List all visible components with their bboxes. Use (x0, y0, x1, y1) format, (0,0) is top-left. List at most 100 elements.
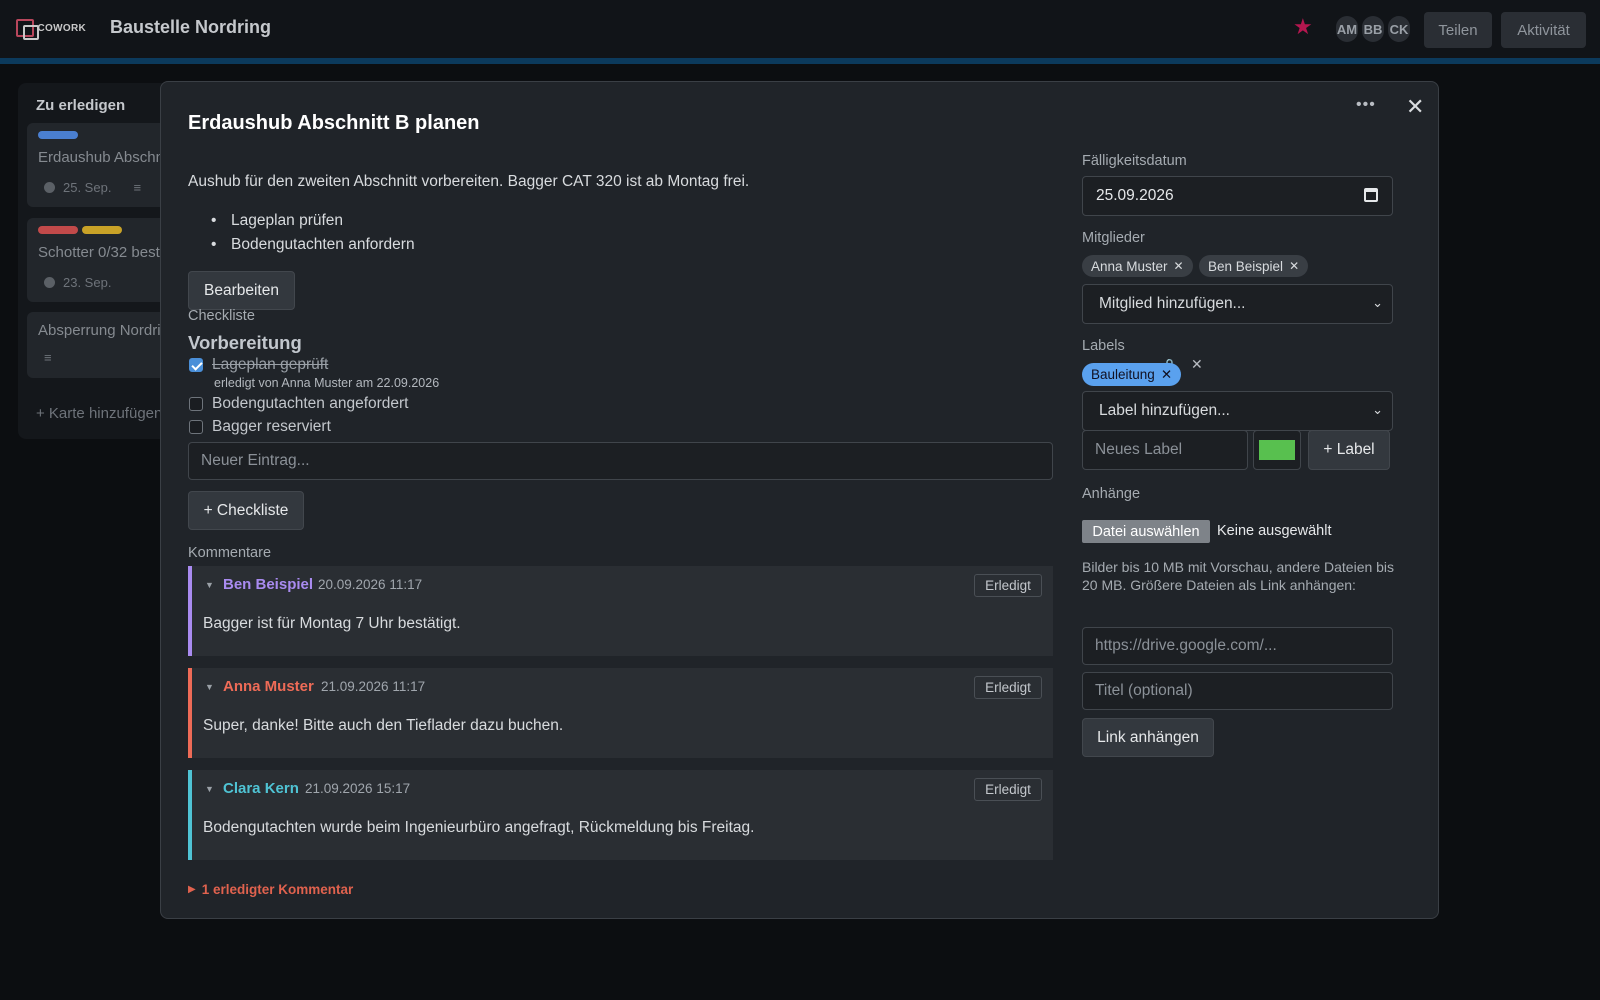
checklist-checkbox[interactable] (189, 420, 203, 434)
activity-button[interactable]: Aktivität (1501, 12, 1586, 48)
checklist-item-text[interactable]: Bodengutachten angefordert (212, 395, 409, 413)
member-avatars: AM BB CK (1336, 16, 1410, 42)
member-chip: Ben Beispiel ✕ (1199, 255, 1309, 277)
resolve-comment-button[interactable]: Erledigt (974, 676, 1042, 699)
member-chip: Anna Muster ✕ (1082, 255, 1193, 277)
resolved-comments-toggle[interactable]: ▶ 1 erledigter Kommentar (188, 882, 353, 897)
board-card[interactable]: Absperrung Nordring ≡ (27, 312, 177, 378)
attach-link-button[interactable]: Link anhängen (1082, 718, 1214, 757)
comment-author: Clara Kern (223, 780, 299, 797)
comment-text: Super, danke! Bitte auch den Tieflader d… (203, 717, 564, 734)
file-status-text: Keine ausgewählt (1217, 523, 1332, 539)
checklist-section-label: Checkliste (188, 308, 255, 324)
resolve-comment-button[interactable]: Erledigt (974, 574, 1042, 597)
checklist-checkbox[interactable] (189, 397, 203, 411)
comments-section-label: Kommentare (188, 545, 272, 561)
due-date-value: 25.09.2026 (1096, 187, 1174, 204)
card-title: Erdaushub Abschnitt B planen (38, 149, 177, 166)
new-label-input[interactable]: Neues Label (1082, 430, 1248, 470)
chevron-down-icon: ⌄ (1372, 402, 1383, 418)
checklist-item: Lageplan geprüft (188, 354, 1043, 376)
avatar[interactable]: CK (1388, 16, 1410, 42)
description-icon: ≡ (133, 180, 142, 195)
description-list: Lageplan prüfen Bodengutachten anfordern (205, 212, 415, 260)
list-item: Lageplan prüfen (205, 212, 415, 236)
top-bar-accent (0, 58, 1600, 64)
chevron-down-icon: ⌄ (1372, 295, 1383, 311)
avatar[interactable]: BB (1362, 16, 1384, 42)
expand-icon: ▶ (188, 884, 196, 895)
checklist-item-text[interactable]: Bagger reserviert (212, 418, 331, 436)
resolved-comments-label: 1 erledigter Kommentar (201, 882, 354, 897)
add-checklist-button[interactable]: + Checkliste (188, 491, 304, 530)
comment-author: Anna Muster (223, 678, 314, 695)
comment: ▼ Clara Kern 21.09.2026 15:17 Erledigt B… (188, 770, 1053, 860)
label-name: Bauleitung (1091, 367, 1155, 382)
attachment-title-input[interactable]: Titel (optional) (1082, 672, 1393, 710)
add-label-button[interactable]: + Label (1308, 430, 1390, 470)
checklist-checkbox[interactable] (189, 358, 203, 372)
collapse-comment-icon[interactable]: ▼ (205, 580, 214, 590)
add-member-select-value: Mitglied hinzufügen... (1099, 295, 1246, 312)
edit-description-button[interactable]: Bearbeiten (188, 271, 295, 310)
column-title: Zu erledigen (36, 97, 126, 114)
logo-text: COWORK (37, 22, 86, 34)
comment: ▼ Ben Beispiel 20.09.2026 11:17 Erledigt… (188, 566, 1053, 656)
board-card[interactable]: Schotter 0/32 bestellen 23. Sep. (27, 218, 177, 302)
card-detail-modal: Erdaushub Abschnitt B planen ••• ✕ Aushu… (160, 81, 1439, 919)
checklist-item: Bodengutachten angefordert (188, 393, 1043, 415)
label-color-picker[interactable] (1253, 430, 1301, 470)
card-due-date: 23. Sep. (63, 275, 112, 290)
top-bar: COWORK Baustelle Nordring ★ AM BB CK Tei… (0, 0, 1600, 58)
members-label: Mitglieder (1082, 230, 1145, 246)
remove-label-icon[interactable]: ✕ (1161, 367, 1172, 383)
comment-text: Bagger ist für Montag 7 Uhr bestätigt. (203, 615, 461, 632)
label-chip: Bauleitung ✕ (1082, 363, 1182, 386)
label-color-fill (1259, 440, 1295, 460)
resolve-comment-button[interactable]: Erledigt (974, 778, 1042, 801)
comment-color-bar (188, 566, 192, 656)
due-date-input[interactable]: 25.09.2026 (1082, 176, 1393, 216)
board-column: Zu erledigen Erdaushub Abschnitt B plane… (18, 83, 178, 439)
card-title: Absperrung Nordring (38, 322, 177, 339)
collapse-comment-icon[interactable]: ▼ (205, 682, 214, 692)
share-button[interactable]: Teilen (1424, 12, 1492, 48)
card-title[interactable]: Erdaushub Abschnitt B planen (188, 112, 480, 135)
star-icon[interactable]: ★ (1293, 16, 1313, 38)
close-icon[interactable]: ✕ (1406, 96, 1424, 118)
checklist-title[interactable]: Vorbereitung (188, 332, 302, 354)
avatar[interactable]: AM (1336, 16, 1358, 42)
remove-member-icon[interactable]: ✕ (1174, 259, 1184, 273)
comment-timestamp: 21.09.2026 15:17 (305, 781, 411, 796)
card-label-chip (38, 131, 78, 139)
comment-color-bar (188, 770, 192, 860)
remove-member-icon[interactable]: ✕ (1289, 259, 1299, 273)
clock-icon (44, 182, 55, 193)
card-description: Aushub für den zweiten Abschnitt vorbere… (188, 173, 750, 190)
choose-file-button[interactable]: Datei auswählen (1082, 520, 1210, 543)
card-label-chip (82, 226, 122, 234)
add-card-button[interactable]: + Karte hinzufügen (36, 405, 162, 422)
comment-author: Ben Beispiel (223, 576, 314, 593)
more-options-icon[interactable]: ••• (1356, 96, 1376, 114)
add-member-select[interactable]: Mitglied hinzufügen... ⌄ (1082, 284, 1393, 324)
comment-color-bar (188, 668, 192, 758)
comment-timestamp: 21.09.2026 11:17 (321, 679, 426, 694)
comment-text: Bodengutachten wurde beim Ingenieurbüro … (203, 819, 755, 836)
attachments-label: Anhänge (1082, 486, 1141, 502)
new-checklist-entry-input[interactable]: Neuer Eintrag... (188, 442, 1053, 480)
collapse-comment-icon[interactable]: ▼ (205, 784, 214, 794)
card-label-chip (38, 226, 78, 234)
app-logo[interactable]: COWORK (16, 16, 86, 40)
board-title: Baustelle Nordring (110, 17, 272, 37)
list-item: Bodengutachten anfordern (205, 236, 415, 260)
board-card[interactable]: Erdaushub Abschnitt B planen 25. Sep. ≡ (27, 123, 177, 207)
calendar-icon[interactable] (1364, 188, 1378, 202)
delete-item-icon[interactable]: ✕ (1191, 356, 1203, 373)
checklist-item-text[interactable]: Lageplan geprüft (212, 356, 328, 374)
attachment-link-input[interactable]: https://drive.google.com/... (1082, 627, 1393, 665)
due-date-label: Fälligkeitsdatum (1082, 153, 1187, 169)
description-icon: ≡ (44, 350, 52, 365)
comment-timestamp: 20.09.2026 11:17 (318, 577, 423, 592)
add-label-select[interactable]: Label hinzufügen... ⌄ (1082, 391, 1393, 431)
